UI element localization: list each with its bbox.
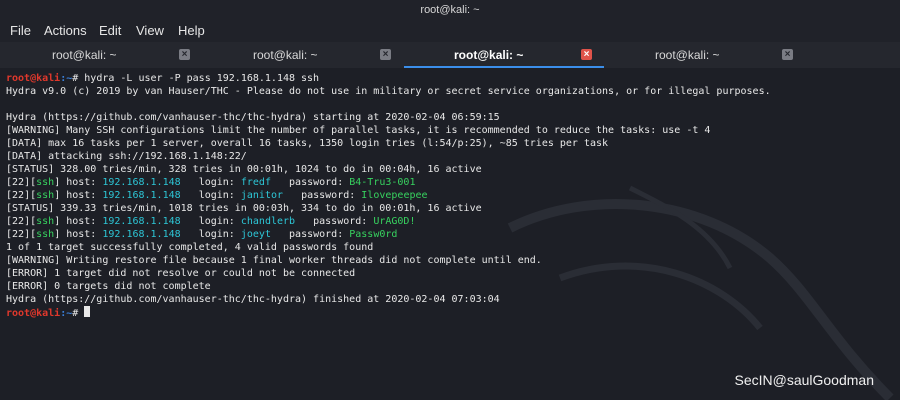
close-icon[interactable]: × (581, 49, 592, 60)
menu-view[interactable]: View (136, 23, 164, 38)
output-line: [WARNING] Many SSH configurations limit … (6, 125, 711, 136)
output-line: Hydra v9.0 (c) 2019 by van Hauser/THC - … (6, 86, 771, 97)
window-title: root@kali: ~ (0, 0, 900, 20)
found-credential-line: [22][ssh] host: 192.168.1.148 login: jan… (6, 190, 428, 201)
prompt-path: :~ (60, 73, 73, 84)
found-credential-line: [22][ssh] host: 192.168.1.148 login: cha… (6, 216, 416, 227)
tab-label: root@kali: ~ (52, 48, 117, 62)
menu-file[interactable]: File (10, 23, 31, 38)
prompt-user: root@kali (6, 308, 61, 319)
prompt-path: :~ (60, 308, 73, 319)
tab-4[interactable]: root@kali: ~ × (605, 42, 805, 68)
close-icon[interactable]: × (179, 49, 190, 60)
watermark: SecIN@saulGoodman (734, 372, 874, 388)
tab-1[interactable]: root@kali: ~ × (2, 42, 202, 68)
output-line: 1 of 1 target successfully completed, 4 … (6, 242, 374, 253)
menu-bar: File Actions Edit View Help (0, 20, 900, 42)
menu-actions[interactable]: Actions (44, 23, 87, 38)
output-line: [STATUS] 339.33 tries/min, 1018 tries in… (6, 203, 482, 214)
output-line: [ERROR] 0 targets did not complete (6, 281, 211, 292)
terminal-output: root@kali:~# hydra -L user -P pass 192.1… (6, 72, 896, 319)
terminal-area[interactable]: root@kali:~# hydra -L user -P pass 192.1… (0, 68, 900, 400)
tab-3[interactable]: root@kali: ~ × (404, 42, 604, 68)
menu-edit[interactable]: Edit (99, 23, 121, 38)
output-line: Hydra (https://github.com/vanhauser-thc/… (6, 112, 500, 123)
output-line: [WARNING] Writing restore file because 1… (6, 255, 542, 266)
command-line: root@kali:~# hydra -L user -P pass 192.1… (6, 72, 896, 85)
output-line: [DATA] max 16 tasks per 1 server, overal… (6, 138, 609, 149)
prompt-symbol: # (72, 308, 85, 319)
menu-help[interactable]: Help (178, 23, 205, 38)
tab-2[interactable]: root@kali: ~ × (203, 42, 403, 68)
prompt-user: root@kali (6, 73, 61, 84)
found-credential-line: [22][ssh] host: 192.168.1.148 login: joe… (6, 229, 398, 240)
tab-bar: root@kali: ~ × root@kali: ~ × root@kali:… (0, 42, 900, 68)
tab-label: root@kali: ~ (253, 48, 318, 62)
text-cursor (84, 306, 91, 317)
tab-label: root@kali: ~ (655, 48, 720, 62)
command-text: hydra -L user -P pass 192.168.1.148 ssh (84, 73, 320, 84)
close-icon[interactable]: × (380, 49, 391, 60)
tab-label: root@kali: ~ (454, 48, 524, 62)
found-credential-line: [22][ssh] host: 192.168.1.148 login: fre… (6, 177, 416, 188)
prompt-symbol: # (72, 73, 85, 84)
output-line: [ERROR] 1 target did not resolve or coul… (6, 268, 356, 279)
output-line: [DATA] attacking ssh://192.168.1.148:22/ (6, 151, 247, 162)
output-line: Hydra (https://github.com/vanhauser-thc/… (6, 294, 500, 305)
output-line: [STATUS] 328.00 tries/min, 328 tries in … (6, 164, 482, 175)
close-icon[interactable]: × (782, 49, 793, 60)
prompt-line[interactable]: root@kali:~# (6, 306, 896, 319)
